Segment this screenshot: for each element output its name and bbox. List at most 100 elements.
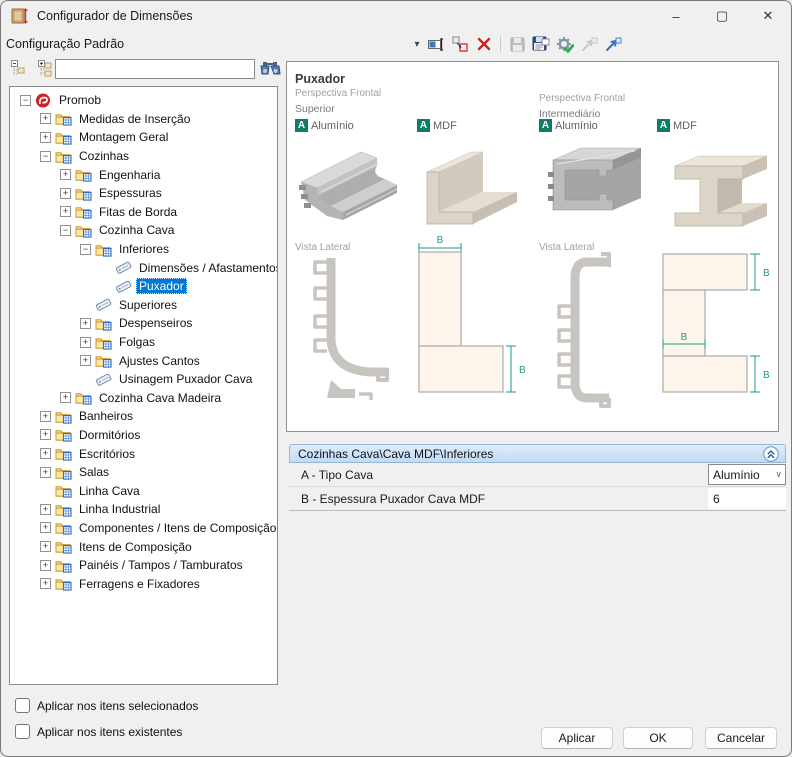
checkbox-apply-selected[interactable]: Aplicar nos itens selecionados <box>15 698 198 713</box>
tree-item[interactable]: +Ajustes Cantos <box>10 351 277 370</box>
expand-toggle-icon[interactable]: + <box>40 132 51 143</box>
collapse-properties-button[interactable] <box>763 446 779 462</box>
tree-item-label: Componentes / Itens de Composição <box>76 520 278 536</box>
expand-toggle-icon[interactable]: + <box>40 448 51 459</box>
collapse-toggle-icon[interactable]: − <box>40 151 51 162</box>
expand-toggle-icon[interactable]: + <box>40 578 51 589</box>
folder-icon <box>55 130 72 145</box>
checkbox-apply-existing[interactable]: Aplicar nos itens existentes <box>15 724 182 739</box>
tree-item[interactable]: + Componentes / Itens de Composição <box>10 519 277 538</box>
checkbox-icon[interactable] <box>15 724 30 739</box>
tree-item[interactable]: + Salas <box>10 463 277 482</box>
minimize-button[interactable]: – <box>653 1 699 31</box>
espessura-input[interactable]: 6 <box>708 488 786 509</box>
tree-item[interactable]: −Cozinha Cava <box>10 221 277 240</box>
expand-toggle-icon[interactable]: + <box>40 113 51 124</box>
tree-item[interactable]: −Cozinhas <box>10 147 277 166</box>
dimension-letter: B <box>681 332 688 343</box>
tree-item-label: Puxador <box>136 278 187 294</box>
expand-toggle-icon[interactable]: + <box>40 467 51 478</box>
config-combobox[interactable]: Configuração Padrão <box>1 33 410 55</box>
tree-item[interactable]: +Folgas <box>10 333 277 352</box>
tree-item[interactable]: + Painéis / Tampos / Tamburatos <box>10 556 277 575</box>
dimension-letter: B <box>763 268 770 279</box>
expand-toggle-icon[interactable]: + <box>80 337 91 348</box>
material-row: A MDF <box>417 119 457 132</box>
expand-toggle-icon[interactable]: + <box>40 411 51 422</box>
expand-toggle-icon[interactable]: + <box>60 169 71 180</box>
tree-item[interactable]: Usinagem Puxador Cava <box>10 370 277 389</box>
tree-item[interactable]: +Cozinha Cava Madeira <box>10 389 277 408</box>
tree-item[interactable]: Dimensões / Afastamentos <box>10 258 277 277</box>
expand-toggle-icon[interactable]: + <box>80 318 91 329</box>
tree-item-label: Itens de Composição <box>76 539 195 555</box>
titlebar[interactable]: Configurador de Dimensões – ▢ ✕ <box>1 1 791 31</box>
profile-image-mdf-superior <box>413 138 525 238</box>
maximize-icon: ▢ <box>716 8 728 24</box>
expand-toggle-icon[interactable]: + <box>40 429 51 440</box>
tree-item[interactable]: Superiores <box>10 296 277 315</box>
search-binoculars-icon[interactable] <box>259 59 281 77</box>
tree-item-label: Painéis / Tampos / Tamburatos <box>76 557 246 573</box>
duplicate-config-button[interactable] <box>449 34 471 54</box>
folder-icon <box>95 335 112 350</box>
cancel-button[interactable]: Cancelar <box>705 727 777 749</box>
expand-toggle-icon[interactable]: + <box>40 560 51 571</box>
rename-config-button[interactable] <box>425 34 447 54</box>
tree-item[interactable]: + Espessuras <box>10 184 277 203</box>
tree-item[interactable]: +Fitas de Borda <box>10 203 277 222</box>
expand-toggle-icon[interactable]: + <box>40 541 51 552</box>
collapse-toggle-icon[interactable]: − <box>20 95 31 106</box>
tree-item[interactable]: Puxador <box>10 277 277 296</box>
tree-item[interactable]: +Dormitórios <box>10 426 277 445</box>
close-button[interactable]: ✕ <box>745 1 791 31</box>
ok-button[interactable]: OK <box>623 727 693 749</box>
tree-item[interactable]: +Medidas de Inserção <box>10 110 277 129</box>
property-row[interactable]: A - Tipo Cava Alumínio ∨ <box>289 463 786 487</box>
tree-item[interactable]: −Inferiores <box>10 240 277 259</box>
tree-item[interactable]: + Itens de Composição <box>10 537 277 556</box>
tree-item-label: Espessuras <box>96 185 165 201</box>
tree-item[interactable]: Linha Cava <box>10 481 277 500</box>
combo-dropdown-icon[interactable]: ▾ <box>410 39 424 50</box>
maximize-button[interactable]: ▢ <box>699 1 745 31</box>
collapse-all-icon[interactable] <box>11 60 27 77</box>
import-config-button[interactable] <box>578 34 600 54</box>
property-group-header[interactable]: Cozinhas Cava\Cava MDF\Inferiores <box>289 444 786 463</box>
collapse-toggle-icon[interactable]: − <box>60 225 71 236</box>
tree-item[interactable]: +Ferragens e Fixadores <box>10 574 277 593</box>
tree-item[interactable]: +Engenharia <box>10 165 277 184</box>
apply-config-button[interactable] <box>554 34 576 54</box>
tree: −Promob+Medidas de Inserção+Montagem Ger… <box>9 86 278 685</box>
dimension-tag-icon <box>95 372 112 387</box>
folder-icon <box>55 483 72 498</box>
property-row[interactable]: B - Espessura Puxador Cava MDF 6 <box>289 487 786 511</box>
expand-toggle-icon[interactable]: + <box>40 522 51 533</box>
delete-config-button[interactable] <box>473 34 495 54</box>
tree-item-label: Salas <box>76 464 112 480</box>
folder-icon <box>55 576 72 591</box>
checkbox-icon[interactable] <box>15 698 30 713</box>
expand-all-icon[interactable] <box>37 60 53 77</box>
save-as-button[interactable] <box>530 34 552 54</box>
expand-toggle-icon[interactable]: + <box>60 206 71 217</box>
expand-toggle-icon[interactable]: + <box>40 504 51 515</box>
apply-button[interactable]: Aplicar <box>541 727 613 749</box>
tree-item[interactable]: +Montagem Geral <box>10 128 277 147</box>
save-button[interactable] <box>506 34 528 54</box>
expand-toggle-icon[interactable]: + <box>80 355 91 366</box>
tree-item[interactable]: +Linha Industrial <box>10 500 277 519</box>
apply-config-icon <box>556 36 574 53</box>
dimension-tag-icon <box>95 297 112 312</box>
tipo-cava-dropdown[interactable]: Alumínio ∨ <box>708 464 786 485</box>
tree-search-input[interactable] <box>55 59 255 79</box>
expand-toggle-icon[interactable]: + <box>60 392 71 403</box>
export-config-button[interactable] <box>602 34 624 54</box>
side-view-aluminio-intermediario <box>539 250 624 415</box>
tree-item[interactable]: +Despenseiros <box>10 314 277 333</box>
tree-item[interactable]: −Promob <box>10 91 277 110</box>
collapse-toggle-icon[interactable]: − <box>80 244 91 255</box>
expand-toggle-icon[interactable]: + <box>60 188 71 199</box>
tree-item[interactable]: +Escritórios <box>10 444 277 463</box>
tree-item[interactable]: +Banheiros <box>10 407 277 426</box>
